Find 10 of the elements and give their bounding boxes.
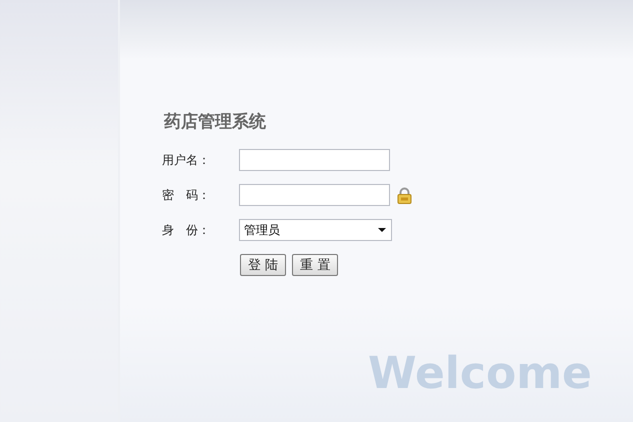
field-label: 密 码： — [162, 186, 211, 204]
username-field[interactable] — [239, 149, 390, 171]
field-label: 用户名： — [162, 152, 211, 168]
field-label: 身 份： — [162, 222, 211, 238]
lock-icon — [397, 186, 412, 204]
login-button[interactable]: 登 陆 — [240, 254, 286, 276]
role-select[interactable]: 管理员 — [239, 219, 392, 241]
app-title: 药店管理系统 — [164, 111, 267, 133]
reset-button[interactable]: 重 置 — [292, 254, 338, 276]
password-field[interactable] — [239, 184, 390, 206]
